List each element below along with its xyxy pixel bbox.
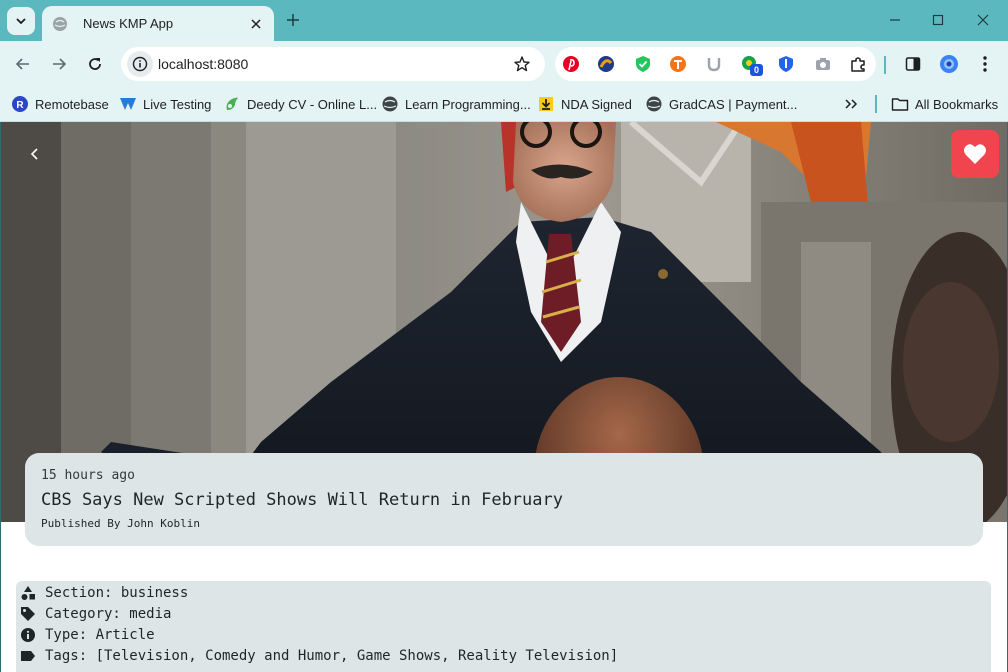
extension-swirl-icon[interactable] [597,55,615,73]
reload-icon [89,58,101,70]
kebab-menu-icon[interactable] [974,53,996,75]
extension-badge-count: 0 [750,64,763,76]
extensions-bar: 0 [555,47,876,81]
label-icon [20,648,36,664]
bookmark-nda-signed[interactable]: NDA Signed [537,92,632,116]
bookmark-label: Live Testing [143,96,212,112]
new-tab-button[interactable] [283,10,303,30]
remotebase-icon: R [11,95,29,113]
side-panel-icon[interactable] [902,53,924,75]
maximize-button[interactable] [925,8,951,32]
article-title: CBS Says New Scripted Shows Will Return … [41,490,563,510]
published-time: 15 hours ago [41,468,135,483]
camera-icon[interactable] [814,55,832,73]
live-testing-icon [119,95,137,113]
active-tab[interactable]: News KMP App [42,6,274,41]
svg-text:R: R [16,100,24,111]
profile-avatar-icon[interactable] [938,53,960,75]
shapes-icon [20,585,36,601]
meta-section: Section: business [45,584,189,601]
more-bookmarks-button[interactable] [844,92,858,116]
reload-button[interactable] [82,51,108,77]
meta-type-row: Type: Article [20,624,155,645]
all-bookmarks-button[interactable]: All Bookmarks [891,92,998,116]
translate-extension-icon[interactable] [669,55,687,73]
meta-tags: Tags: [Television, Comedy and Humor, Gam… [45,647,619,664]
plus-icon [287,14,299,26]
bookmark-label: Remotebase [35,96,109,112]
favorite-button[interactable] [951,130,999,178]
pinterest-icon[interactable] [562,55,580,73]
bookmark-label: Deedy CV - Online L... [247,96,378,112]
heart-icon [964,144,986,164]
forward-button[interactable] [46,51,72,77]
maximize-icon [932,14,944,26]
info-icon [20,627,36,643]
bookmark-label: NDA Signed [561,96,632,112]
tab-title: News KMP App [83,16,174,31]
extension-badge-icon[interactable]: 0 [741,55,763,76]
bookmark-learn-programming[interactable]: Learn Programming... [381,92,531,116]
globe-icon [645,95,663,113]
u-extension-icon[interactable] [705,55,723,73]
shield-check-icon[interactable] [634,55,652,73]
globe-icon [381,95,399,113]
close-window-button[interactable] [970,8,996,32]
overleaf-icon [223,95,241,113]
article-metadata-card: Section: business Category: media Type: … [16,581,991,672]
double-chevron-right-icon [845,99,858,109]
page-viewport: 15 hours ago CBS Says New Scripted Shows… [1,122,1007,672]
all-bookmarks-label: All Bookmarks [915,96,999,112]
minimize-button[interactable] [882,8,908,32]
browser-toolbar: localhost:8080 0 [0,41,1008,87]
arrow-right-icon [53,58,67,70]
meta-category-row: Category: media [20,603,171,624]
article-byline: Published By John Koblin [41,517,200,530]
close-icon [977,14,989,26]
back-arrow-button[interactable] [23,142,47,166]
folder-icon [891,95,909,113]
close-tab-icon[interactable] [246,14,266,34]
meta-type: Type: Article [45,626,155,643]
minimize-icon [890,19,900,21]
tab-strip: News KMP App [0,0,1008,41]
back-button[interactable] [10,51,36,77]
bookmark-live-testing[interactable]: Live Testing [119,92,211,116]
globe-icon [52,16,68,32]
arrow-left-icon [15,58,29,70]
bookmark-label: Learn Programming... [405,96,531,112]
bookmark-remotebase[interactable]: R Remotebase [11,92,109,116]
puzzle-extensions-icon[interactable] [849,55,867,73]
vpn-shield-icon[interactable] [777,55,795,73]
bookmark-deedy-cv[interactable]: Deedy CV - Online L... [223,92,377,116]
site-info-icon[interactable] [127,51,153,77]
bookmarks-divider [875,95,877,113]
bookmarks-bar: R Remotebase Live Testing Deedy CV - Onl… [0,87,1008,122]
bookmark-star-icon[interactable] [513,55,531,73]
meta-tags-row: Tags: [Television, Comedy and Humor, Gam… [20,645,618,666]
chevron-left-icon [30,148,38,160]
bookmark-label: GradCAS | Payment... [669,96,798,112]
download-icon [537,95,555,113]
meta-category: Category: media [45,605,172,622]
chevron-down-icon [16,18,26,25]
address-bar[interactable]: localhost:8080 [121,47,545,81]
tab-search-button[interactable] [7,7,35,35]
tag-icon [20,606,36,622]
toolbar-divider [884,56,886,74]
article-summary-card: 15 hours ago CBS Says New Scripted Shows… [25,453,983,546]
url-text: localhost:8080 [158,56,249,72]
meta-section-row: Section: business [20,582,188,603]
bookmark-gradcas[interactable]: GradCAS | Payment... [645,92,797,116]
